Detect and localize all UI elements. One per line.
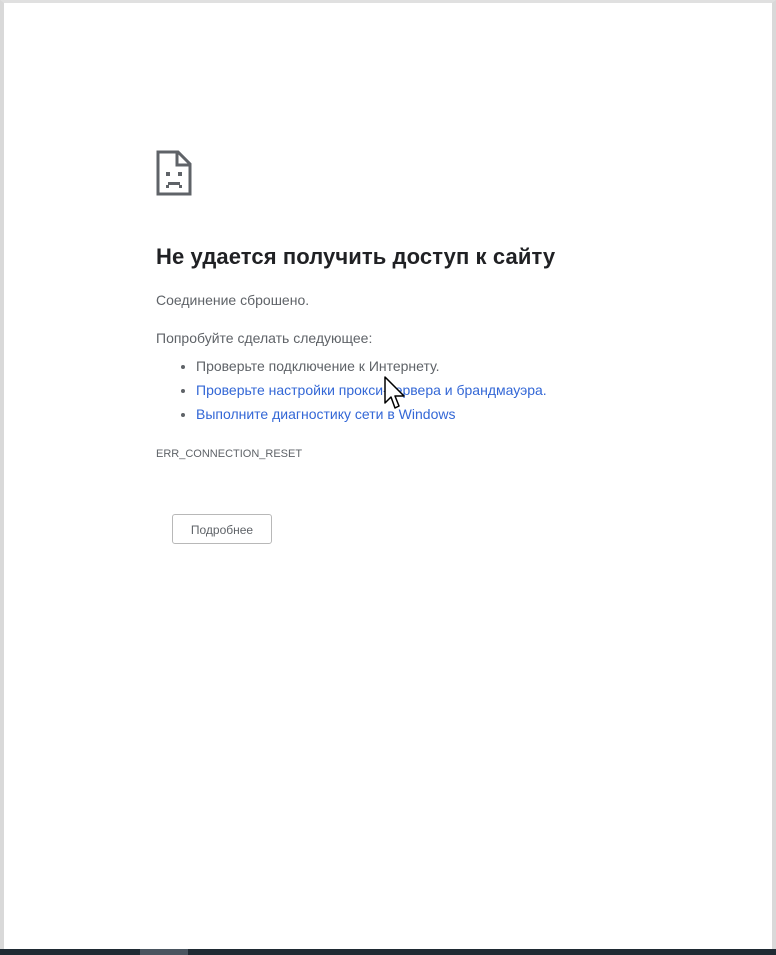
suggestions-heading: Попробуйте сделать следующее: [156, 330, 373, 346]
suggestion-text: Проверьте подключение к Интернету. [196, 358, 440, 374]
run-diagnostics-link[interactable]: Выполните диагностику сети в Windows [196, 406, 455, 422]
sad-page-icon [156, 150, 192, 196]
suggestions-list: Проверьте подключение к Интернету. Прове… [156, 354, 716, 426]
taskbar-active-segment [140, 949, 188, 955]
suggestion-run-diagnostics: Выполните диагностику сети в Windows [196, 402, 716, 426]
error-page-content: Не удается получить доступ к сайту Соеди… [156, 150, 716, 460]
details-button[interactable]: Подробнее [172, 514, 272, 544]
error-description: Соединение сброшено. [156, 292, 310, 308]
suggestion-check-connection: Проверьте подключение к Интернету. [196, 354, 716, 378]
error-code: ERR_CONNECTION_RESET [156, 448, 303, 460]
browser-content-frame [0, 0, 776, 955]
taskbar-strip [0, 949, 776, 955]
check-proxy-link[interactable]: Проверьте настройки прокси-сервера и бра… [196, 382, 547, 398]
suggestion-check-proxy: Проверьте настройки прокси-сервера и бра… [196, 378, 716, 402]
page-title: Не удается получить доступ к сайту [156, 244, 556, 269]
